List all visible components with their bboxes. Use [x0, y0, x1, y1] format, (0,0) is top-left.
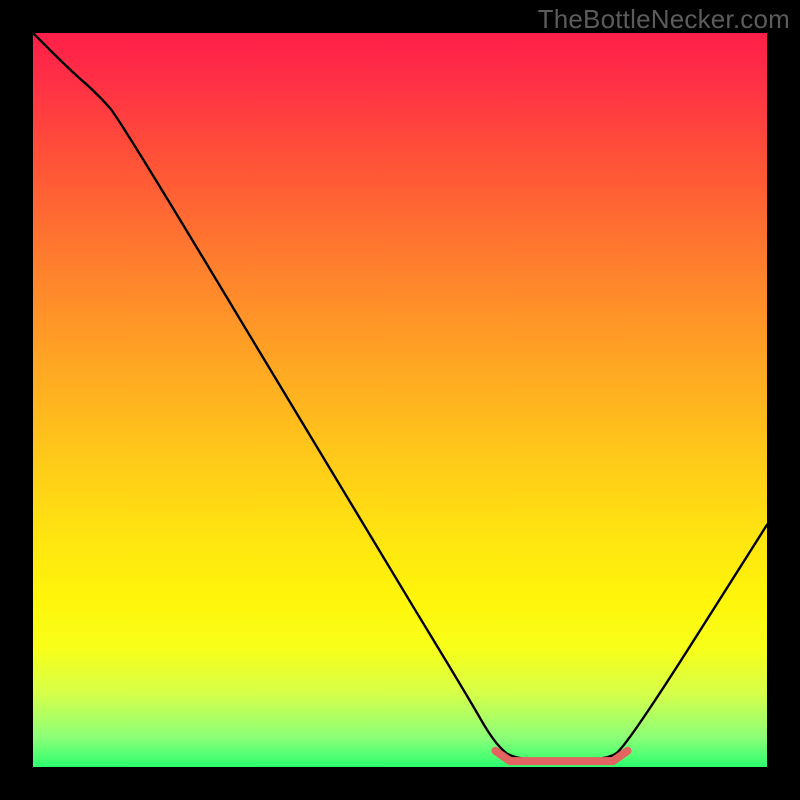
chart-svg — [33, 33, 767, 767]
chart-frame: TheBottleNecker.com — [0, 0, 800, 800]
plot-area — [33, 33, 767, 767]
watermark-text: TheBottleNecker.com — [538, 4, 790, 35]
bottleneck-curve — [33, 33, 767, 761]
